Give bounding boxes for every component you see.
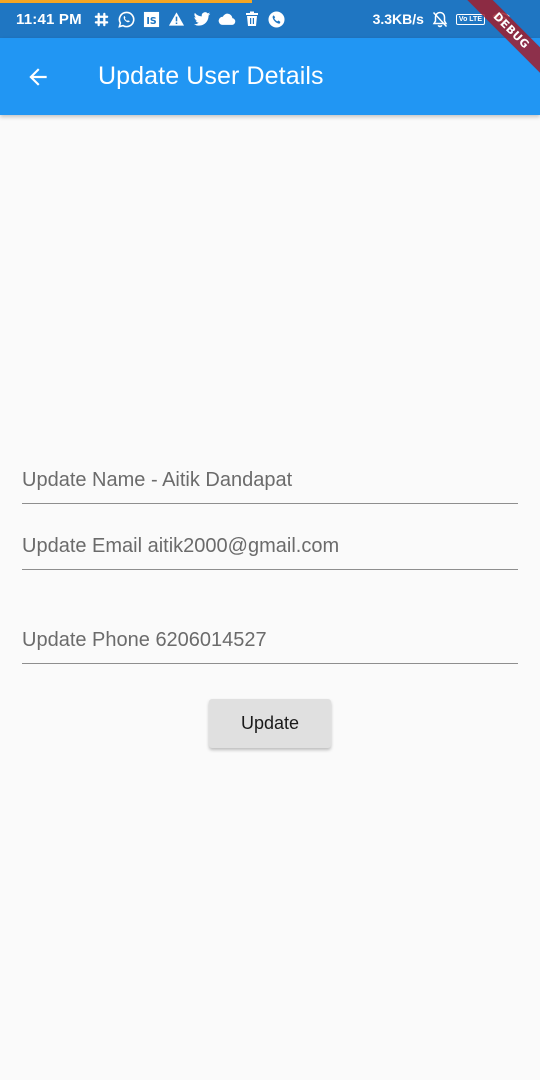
phone-icon: [268, 10, 286, 28]
slack-icon: [93, 10, 111, 28]
status-left: 11:41 PM IS: [16, 10, 286, 28]
email-field: [22, 521, 518, 570]
trash-icon: [243, 10, 261, 28]
phone-field: [22, 614, 518, 664]
cloud-icon: [218, 10, 236, 28]
name-input[interactable]: [22, 465, 518, 495]
is-app-icon: IS: [143, 10, 161, 28]
net-speed: 3.3KB/s: [372, 11, 424, 27]
twitter-icon: [193, 10, 211, 28]
page-title: Update User Details: [98, 62, 324, 90]
arrow-back-icon: [29, 67, 47, 86]
status-progress-bar: [0, 0, 252, 3]
bell-off-icon: [431, 10, 449, 28]
email-input[interactable]: [22, 531, 518, 561]
svg-text:IS: IS: [147, 15, 158, 26]
app-bar: Update User Details: [0, 38, 540, 115]
update-button[interactable]: Update: [209, 699, 331, 748]
name-field: [22, 455, 518, 504]
status-bar: 11:41 PM IS 3.3KB/s Vo LTE: [0, 0, 540, 38]
warning-icon: [168, 10, 186, 28]
back-button[interactable]: [10, 49, 66, 105]
volte-icon: Vo LTE: [455, 13, 485, 25]
whatsapp-icon: [118, 10, 136, 28]
status-time: 11:41 PM: [16, 10, 82, 28]
phone-input[interactable]: [22, 625, 518, 655]
